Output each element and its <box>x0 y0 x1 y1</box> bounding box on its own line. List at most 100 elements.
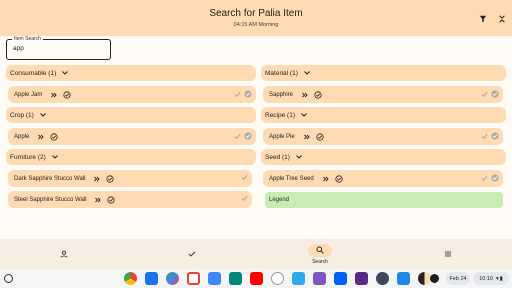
item-status <box>241 174 248 181</box>
gmail-icon[interactable] <box>187 272 200 285</box>
item-search-label: Item Search <box>12 36 43 42</box>
category-header-crop[interactable]: Crop (1) <box>6 107 256 123</box>
check-badge-icon[interactable] <box>107 195 116 204</box>
check-icon <box>481 91 488 97</box>
app-icon[interactable] <box>397 272 410 285</box>
info-icon[interactable] <box>430 274 439 283</box>
checkbox-checked-icon <box>244 90 252 98</box>
double-chevron-right-icon[interactable] <box>38 134 44 140</box>
chrome-icon[interactable] <box>124 272 137 285</box>
check-icon <box>241 196 248 201</box>
dropbox-icon[interactable] <box>334 272 347 285</box>
page-subtitle: 04:15 AM Morning <box>233 22 279 28</box>
time-label: 10:10 <box>479 275 493 282</box>
search-icon <box>308 243 332 257</box>
nav-item-checklist[interactable] <box>128 239 256 269</box>
category-header-label: Recipe (1) <box>265 111 295 119</box>
list-item-dark-sapphire-stucco-wall[interactable]: Dark Sapphire Stucco Wall <box>8 170 252 187</box>
double-chevron-right-icon[interactable] <box>302 92 308 98</box>
chevron-down-icon <box>51 155 58 159</box>
list-item-sapphire[interactable]: Sapphire <box>263 86 503 103</box>
checkbox-checked-icon <box>244 132 252 140</box>
chevron-down-icon <box>304 71 310 75</box>
list-item-steel-sapphire-stucco-wall[interactable]: Steel Sapphire Stucco Wall <box>8 191 252 208</box>
chevron-down-icon <box>39 113 46 117</box>
category-header-label: Consumable (1) <box>10 69 57 77</box>
check-icon <box>180 248 204 261</box>
check-icon <box>234 91 241 97</box>
list-item-apple-pie[interactable]: Apple Pie <box>263 128 503 145</box>
double-chevron-right-icon[interactable] <box>95 197 102 203</box>
check-badge-icon[interactable] <box>50 132 58 141</box>
nav-item-search[interactable]: Search <box>256 239 384 269</box>
checkbox-checked-icon <box>491 132 499 140</box>
files-icon[interactable] <box>145 272 158 285</box>
item-status <box>481 90 499 98</box>
legend-button[interactable]: Legend <box>265 192 503 208</box>
category-header-material[interactable]: Material (1) <box>261 65 506 81</box>
item-label: Dark Sapphire Stucco Wall <box>14 175 86 182</box>
nav-item-list[interactable] <box>384 239 512 269</box>
category-header-label: Crop (1) <box>10 111 34 119</box>
item-status <box>241 195 248 202</box>
item-label: Apple <box>14 133 30 140</box>
check-badge-icon[interactable] <box>63 90 71 99</box>
double-chevron-right-icon[interactable] <box>303 134 310 140</box>
battery-icon: ▮ <box>499 275 503 282</box>
checkbox-checked-icon <box>491 174 499 182</box>
double-chevron-right-icon[interactable] <box>322 176 329 182</box>
chevron-down-icon <box>296 155 302 159</box>
launcher-icon[interactable] <box>4 274 13 283</box>
collapse-icon[interactable] <box>495 12 509 26</box>
category-header-label: Material (1) <box>265 69 298 77</box>
telegram-icon[interactable] <box>292 272 305 285</box>
category-header-consumable[interactable]: Consumable (1) <box>6 65 256 81</box>
check-badge-icon[interactable] <box>335 174 343 183</box>
list-item-apple[interactable]: Apple <box>8 128 256 145</box>
meet-icon[interactable] <box>229 272 242 285</box>
category-header-seed[interactable]: Seed (1) <box>261 149 506 165</box>
item-status <box>481 174 499 182</box>
category-header-furniture[interactable]: Furniture (2) <box>6 149 256 165</box>
check-icon <box>234 133 241 139</box>
check-icon <box>241 175 248 180</box>
item-status <box>234 132 252 140</box>
date-label: Feb 24 <box>449 275 467 282</box>
docs-icon[interactable] <box>208 272 221 285</box>
item-label: Apple Tree Seed <box>269 175 314 182</box>
item-search-field[interactable]: Item Search <box>6 36 111 60</box>
double-chevron-right-icon[interactable] <box>94 176 101 182</box>
item-label: Apple Pie <box>269 133 295 140</box>
status-tray[interactable]: 10:10 ▾ ▮ <box>473 272 509 285</box>
item-label: Apple Jam <box>14 91 43 98</box>
wifi-icon: ▾ <box>495 275 499 282</box>
chevron-down-icon <box>62 71 69 75</box>
settings-icon[interactable] <box>376 272 389 285</box>
page-title: Search for Palia Item <box>209 8 303 19</box>
person-icon <box>52 248 76 261</box>
app-icon[interactable] <box>355 272 368 285</box>
check-badge-icon[interactable] <box>314 90 322 99</box>
check-badge-icon[interactable] <box>316 132 324 141</box>
item-label: Steel Sapphire Stucco Wall <box>14 196 87 203</box>
nav-item-profile[interactable] <box>0 239 128 269</box>
play-store-icon[interactable] <box>166 272 179 285</box>
category-header-recipe[interactable]: Recipe (1) <box>261 107 506 123</box>
nav-label-search: Search <box>312 258 328 265</box>
item-label: Sapphire <box>269 91 294 98</box>
app-bar: Search for Palia Item 04:15 AM Morning <box>0 0 512 36</box>
check-icon <box>481 175 488 181</box>
item-search-input[interactable] <box>13 45 105 52</box>
list-item-apple-tree-seed[interactable]: Apple Tree Seed <box>263 170 503 187</box>
filter-icon[interactable] <box>476 12 490 26</box>
category-header-label: Furniture (2) <box>10 153 46 161</box>
app-icon[interactable] <box>313 272 326 285</box>
item-status <box>481 132 499 140</box>
date-tray[interactable]: Feb 24 <box>446 272 470 285</box>
check-badge-icon[interactable] <box>106 174 115 183</box>
double-chevron-right-icon[interactable] <box>51 92 57 98</box>
list-item-apple-jam[interactable]: Apple Jam <box>8 86 256 103</box>
check-icon <box>481 133 488 139</box>
youtube-icon[interactable] <box>250 272 263 285</box>
photos-icon[interactable] <box>271 272 284 285</box>
